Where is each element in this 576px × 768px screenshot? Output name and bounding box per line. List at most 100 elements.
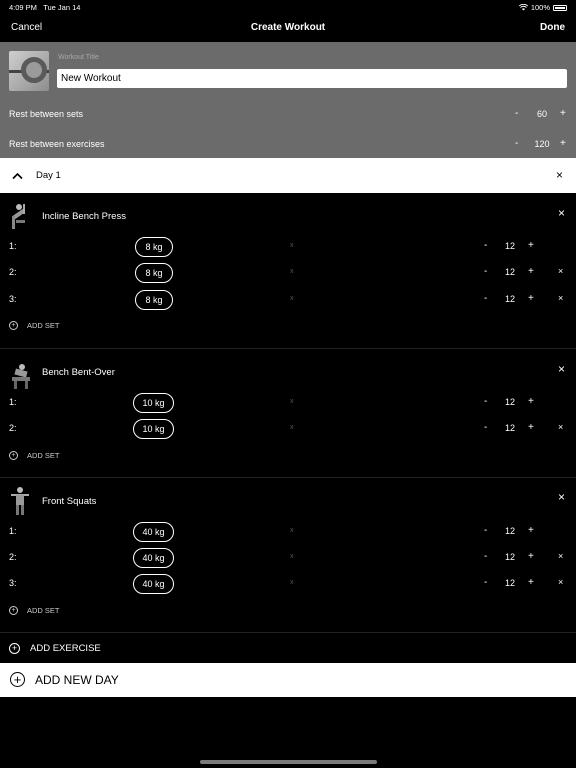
- add-exercise-label: ADD EXERCISE: [30, 643, 101, 654]
- workout-title-input[interactable]: [57, 69, 567, 88]
- set-multiplier: x: [290, 527, 294, 534]
- rest-sets-minus-button[interactable]: -: [515, 108, 518, 119]
- reps-plus-button[interactable]: +: [528, 551, 534, 562]
- set-index: 3:: [9, 294, 17, 304]
- set-weight-button[interactable]: 40 kg: [133, 522, 174, 542]
- reps-minus-button[interactable]: -: [484, 396, 487, 407]
- reps-plus-button[interactable]: +: [528, 293, 534, 304]
- reps-value: 12: [504, 578, 515, 588]
- day-close-icon[interactable]: ×: [556, 168, 563, 182]
- set-index: 1:: [9, 397, 17, 407]
- set-row: 1: 8 kg x - 12 +: [0, 237, 576, 257]
- reps-plus-button[interactable]: +: [528, 525, 534, 536]
- reps-plus-button[interactable]: +: [528, 240, 534, 251]
- delete-set-icon[interactable]: ×: [558, 422, 563, 432]
- reps-plus-button[interactable]: +: [528, 396, 534, 407]
- add-set-label: ADD SET: [27, 606, 60, 615]
- exercise-close-icon[interactable]: ×: [558, 490, 565, 504]
- set-multiplier: x: [290, 242, 294, 249]
- set-index: 1:: [9, 241, 17, 251]
- add-set-button[interactable]: + ADD SET: [9, 451, 60, 460]
- exercise-card: Front Squats × 1: 40 kg x - 12 + 2: 40 k…: [0, 478, 576, 633]
- rest-exercises-label: Rest between exercises: [9, 139, 105, 149]
- set-weight-button[interactable]: 10 kg: [133, 393, 174, 413]
- delete-set-icon[interactable]: ×: [558, 551, 563, 561]
- set-multiplier: x: [290, 268, 294, 275]
- add-set-label: ADD SET: [27, 451, 60, 460]
- battery-icon: [553, 4, 567, 11]
- rest-sets-label: Rest between sets: [9, 109, 84, 119]
- exercise-close-icon[interactable]: ×: [558, 206, 565, 220]
- exercise-name: Incline Bench Press: [42, 211, 126, 222]
- workout-thumbnail[interactable]: [9, 51, 49, 91]
- set-weight-button[interactable]: 8 kg: [135, 263, 173, 283]
- exercise-figure-icon: [12, 204, 26, 229]
- rest-between-sets-row: Rest between sets - 60 +: [0, 106, 576, 122]
- set-multiplier: x: [290, 424, 294, 431]
- plus-circle-icon: +: [9, 606, 18, 615]
- done-button[interactable]: Done: [540, 22, 565, 33]
- status-right: 100%: [518, 3, 567, 12]
- reps-plus-button[interactable]: +: [528, 577, 534, 588]
- rest-exercises-minus-button[interactable]: -: [515, 138, 518, 149]
- reps-value: 12: [504, 241, 515, 251]
- workout-title-label: Workout Title: [58, 54, 99, 61]
- add-exercise-button[interactable]: + ADD EXERCISE: [0, 633, 576, 663]
- plus-circle-icon: +: [9, 321, 18, 330]
- reps-minus-button[interactable]: -: [484, 577, 487, 588]
- set-weight-button[interactable]: 8 kg: [135, 290, 173, 310]
- set-row: 2: 8 kg x - 12 + ×: [0, 263, 576, 283]
- status-bar: 4:09 PM Tue Jan 14 100%: [0, 0, 576, 14]
- set-multiplier: x: [290, 553, 294, 560]
- exercise-name: Front Squats: [42, 496, 97, 507]
- exercise-card: Bench Bent-Over × 1: 10 kg x - 12 + 2: 1…: [0, 349, 576, 478]
- delete-set-icon[interactable]: ×: [558, 577, 563, 587]
- set-multiplier: x: [290, 295, 294, 302]
- reps-value: 12: [504, 294, 515, 304]
- set-index: 2:: [9, 552, 17, 562]
- reps-plus-button[interactable]: +: [528, 266, 534, 277]
- workout-settings-panel: Workout Title Rest between sets - 60 + R…: [0, 42, 576, 158]
- set-weight-button[interactable]: 40 kg: [133, 574, 174, 594]
- exercise-figure-icon: [11, 487, 29, 515]
- rest-sets-plus-button[interactable]: +: [560, 108, 566, 119]
- exercise-card: Incline Bench Press × 1: 8 kg x - 12 + 2…: [0, 193, 576, 349]
- set-row: 3: 8 kg x - 12 + ×: [0, 290, 576, 310]
- reps-minus-button[interactable]: -: [484, 266, 487, 277]
- set-multiplier: x: [290, 398, 294, 405]
- set-weight-button[interactable]: 40 kg: [133, 548, 174, 568]
- reps-minus-button[interactable]: -: [484, 551, 487, 562]
- add-new-day-button[interactable]: + ADD NEW DAY: [0, 663, 576, 697]
- add-set-button[interactable]: + ADD SET: [9, 606, 60, 615]
- reps-value: 12: [504, 423, 515, 433]
- delete-set-icon[interactable]: ×: [558, 266, 563, 276]
- add-set-button[interactable]: + ADD SET: [9, 321, 60, 330]
- exercise-name: Bench Bent-Over: [42, 367, 115, 378]
- reps-minus-button[interactable]: -: [484, 293, 487, 304]
- set-row: 2: 40 kg x - 12 + ×: [0, 548, 576, 568]
- rest-exercises-plus-button[interactable]: +: [560, 138, 566, 149]
- set-index: 3:: [9, 578, 17, 588]
- set-weight-button[interactable]: 10 kg: [133, 419, 174, 439]
- rest-sets-value: 60: [536, 109, 547, 119]
- chevron-up-icon[interactable]: [12, 172, 23, 180]
- reps-value: 12: [504, 552, 515, 562]
- rest-between-exercises-row: Rest between exercises - 120 +: [0, 136, 576, 152]
- exercise-close-icon[interactable]: ×: [558, 362, 565, 376]
- home-indicator[interactable]: [200, 760, 377, 764]
- delete-set-icon[interactable]: ×: [558, 293, 563, 303]
- reps-minus-button[interactable]: -: [484, 422, 487, 433]
- plus-circle-icon: +: [9, 643, 20, 654]
- reps-minus-button[interactable]: -: [484, 240, 487, 251]
- day-header[interactable]: Day 1 ×: [0, 158, 576, 193]
- set-weight-button[interactable]: 8 kg: [135, 237, 173, 257]
- reps-value: 12: [504, 526, 515, 536]
- set-index: 2:: [9, 267, 17, 277]
- reps-plus-button[interactable]: +: [528, 422, 534, 433]
- battery-percent: 100%: [530, 3, 550, 12]
- add-set-label: ADD SET: [27, 321, 60, 330]
- reps-value: 12: [504, 397, 515, 407]
- exercise-figure-icon: [12, 364, 30, 389]
- set-row: 3: 40 kg x - 12 + ×: [0, 574, 576, 594]
- reps-minus-button[interactable]: -: [484, 525, 487, 536]
